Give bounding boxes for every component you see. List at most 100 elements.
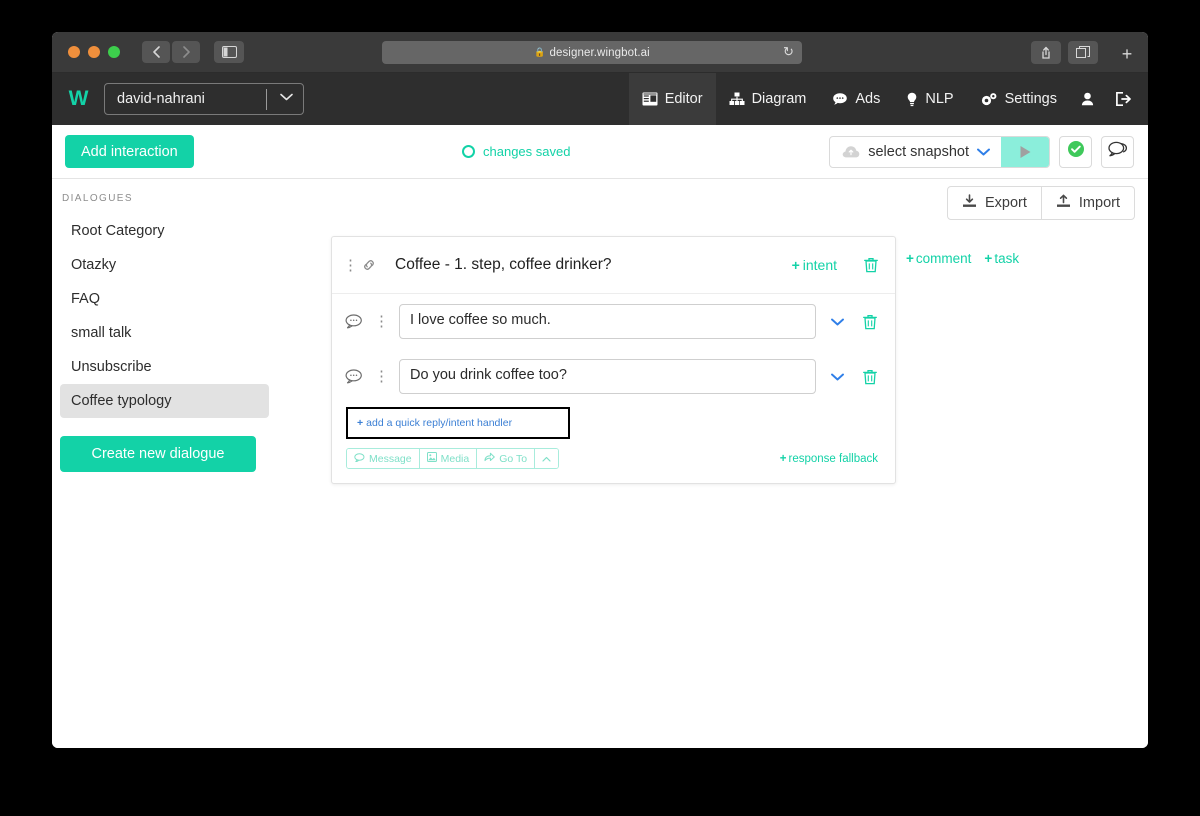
project-selector[interactable]: david-nahrani — [104, 83, 304, 115]
user-account-button[interactable] — [1070, 73, 1105, 125]
add-media-label: Media — [440, 452, 470, 465]
logout-button[interactable] — [1105, 73, 1142, 125]
sidebar-item-small-talk[interactable]: small talk — [60, 316, 269, 350]
sidebar-item-otazky[interactable]: Otazky — [60, 248, 269, 282]
browser-right-buttons — [1031, 41, 1098, 64]
nav-item-settings[interactable]: Settings — [967, 73, 1070, 125]
drag-handle-icon[interactable]: ⋮ — [343, 258, 358, 273]
snapshot-label: select snapshot — [868, 143, 969, 160]
card-side-links: + comment + task — [906, 251, 1019, 266]
nav-item-nlp[interactable]: NLP — [893, 73, 966, 125]
sidebar-item-unsubscribe[interactable]: Unsubscribe — [60, 350, 269, 384]
tab-overview-icon[interactable] — [1068, 41, 1098, 64]
chevron-down-icon[interactable] — [831, 369, 844, 384]
add-goto-button[interactable]: Go To — [476, 449, 535, 468]
add-intent-label: intent — [802, 257, 837, 273]
deploy-status-button[interactable] — [1059, 135, 1092, 168]
add-goto-label: Go To — [499, 452, 528, 465]
toolbar-right-group: select snapshot — [829, 135, 1134, 168]
save-status: changes saved — [462, 144, 570, 159]
chevron-down-icon[interactable] — [977, 144, 1001, 159]
add-interaction-button[interactable]: Add interaction — [65, 135, 194, 168]
browser-window: 🔒 designer.wingbot.ai ↻ + W david-nahran… — [52, 32, 1148, 748]
close-window-button[interactable] — [68, 46, 80, 58]
export-button[interactable]: Export — [948, 187, 1041, 219]
conversations-button[interactable] — [1101, 135, 1134, 168]
minimize-window-button[interactable] — [88, 46, 100, 58]
speech-bubble-icon — [345, 369, 367, 384]
delete-message-button[interactable] — [863, 314, 877, 330]
share-icon[interactable] — [1031, 41, 1061, 64]
add-response-group: Message Media Go To — [346, 448, 560, 469]
back-arrow-icon[interactable] — [142, 41, 170, 63]
app-body: DIALOGUES Root Category Otazky FAQ small… — [52, 179, 1148, 748]
sidebar-toggle-icon[interactable] — [214, 41, 244, 63]
add-quick-reply-label: add a quick reply/intent handler — [366, 417, 513, 429]
selector-divider — [266, 89, 267, 110]
url-text: designer.wingbot.ai — [549, 46, 650, 59]
nav-item-diagram[interactable]: Diagram — [716, 73, 820, 125]
wingbot-logo[interactable]: W — [52, 87, 104, 111]
interaction-title[interactable]: Coffee - 1. step, coffee drinker? — [395, 256, 612, 274]
add-intent-button[interactable]: + intent — [792, 257, 837, 273]
sidebar-item-label: small talk — [71, 325, 132, 341]
editor-icon — [642, 92, 658, 106]
run-snapshot-button[interactable] — [1001, 136, 1049, 167]
add-response-fallback-button[interactable]: + response fallback — [780, 453, 878, 465]
import-button[interactable]: Import — [1040, 187, 1134, 219]
save-status-label: changes saved — [483, 144, 571, 159]
nav-item-editor[interactable]: Editor — [628, 73, 716, 125]
plus-icon: + — [984, 251, 993, 266]
message-options-handle[interactable]: ⋮ — [374, 369, 389, 384]
media-icon — [426, 452, 437, 465]
browser-nav-buttons — [142, 41, 200, 63]
add-message-button[interactable]: Message — [347, 449, 419, 468]
interaction-card: ⋮ Coffee - 1. step, coffee drinker? + in… — [331, 236, 896, 484]
interaction-card-footer: Message Media Go To + response fallback — [332, 439, 895, 483]
nav-item-ads[interactable]: Ads — [819, 73, 893, 125]
message-options-handle[interactable]: ⋮ — [374, 314, 389, 329]
add-quick-reply-button[interactable]: + add a quick reply/intent handler — [346, 407, 570, 439]
settings-icon — [980, 92, 998, 107]
plus-icon: + — [779, 452, 787, 465]
reload-icon[interactable]: ↻ — [783, 44, 794, 60]
nav-label-settings: Settings — [1004, 91, 1057, 107]
add-comment-button[interactable]: + comment — [906, 251, 971, 266]
add-media-button[interactable]: Media — [418, 449, 477, 468]
sidebar-item-root-category[interactable]: Root Category — [60, 214, 269, 248]
sidebar-item-faq[interactable]: FAQ — [60, 282, 269, 316]
chevron-down-icon[interactable] — [280, 89, 293, 104]
sidebar-item-coffee-typology[interactable]: Coffee typology — [60, 384, 269, 418]
add-task-label: task — [994, 251, 1020, 266]
forward-arrow-icon[interactable] — [172, 41, 200, 63]
collapse-responses-button[interactable] — [534, 449, 559, 468]
editor-toolbar: Add interaction changes saved select sna… — [52, 125, 1148, 179]
new-tab-button[interactable]: + — [1112, 41, 1142, 67]
browser-titlebar: 🔒 designer.wingbot.ai ↻ + — [52, 32, 1148, 73]
delete-interaction-button[interactable] — [864, 257, 878, 273]
nav-label-nlp: NLP — [925, 91, 954, 107]
maximize-window-button[interactable] — [108, 46, 120, 58]
lock-icon: 🔒 — [534, 47, 546, 57]
snapshot-selector[interactable]: select snapshot — [829, 135, 1050, 168]
interaction-card-header: ⋮ Coffee - 1. step, coffee drinker? + in… — [332, 237, 895, 294]
delete-message-button[interactable] — [863, 369, 877, 385]
message-text-input[interactable] — [399, 304, 816, 339]
sidebar-item-label: FAQ — [71, 291, 101, 307]
sidebar-item-label: Otazky — [71, 257, 117, 273]
chain-link-icon[interactable] — [362, 258, 376, 272]
message-text-input[interactable] — [399, 359, 816, 394]
plus-icon: + — [791, 257, 800, 273]
nav-label-editor: Editor — [664, 91, 703, 107]
import-export-group: Export Import — [946, 186, 1135, 220]
add-task-button[interactable]: + task — [984, 251, 1019, 266]
address-bar[interactable]: 🔒 designer.wingbot.ai ↻ — [382, 41, 802, 64]
chevron-down-icon[interactable] — [831, 314, 844, 329]
message-row: ⋮ — [332, 349, 895, 404]
plus-icon: + — [357, 417, 364, 429]
create-new-dialogue-button[interactable]: Create new dialogue — [60, 436, 256, 472]
message-icon — [354, 452, 365, 465]
diagram-icon — [729, 92, 745, 106]
message-row: ⋮ — [332, 294, 895, 349]
nlp-icon — [906, 92, 918, 107]
